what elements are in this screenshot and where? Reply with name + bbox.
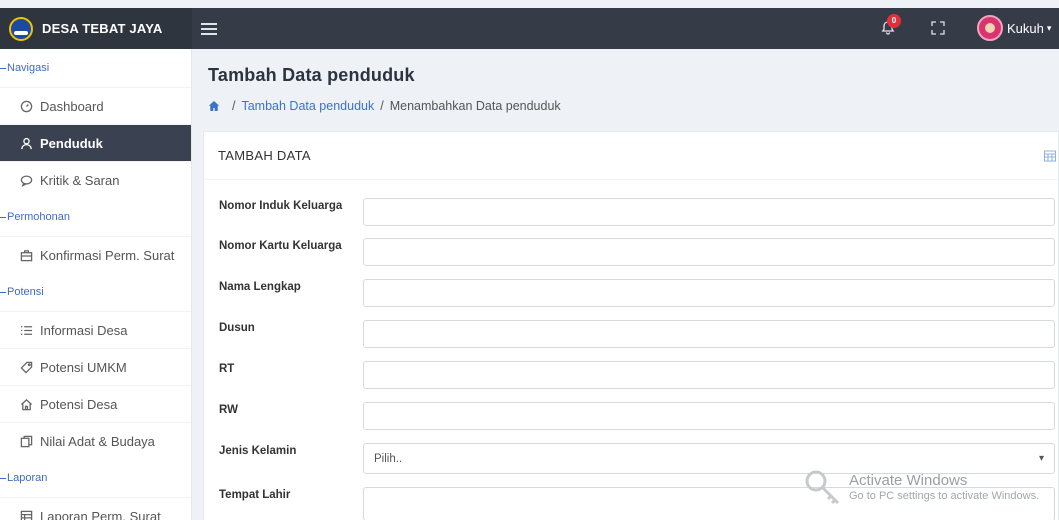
- sidebar: Navigasi Dashboard Penduduk Kritik & Sar…: [0, 49, 192, 520]
- sidebar-item-konfirmasi-surat[interactable]: Konfirmasi Perm. Surat: [0, 236, 191, 273]
- card-title: TAMBAH DATA: [204, 132, 1058, 180]
- top-navbar: DESA TEBAT JAYA 0 Kukuh ▾: [0, 8, 1059, 49]
- notification-count-badge: 0: [887, 14, 901, 28]
- brand-title: DESA TEBAT JAYA: [42, 21, 163, 36]
- notification-bell-icon[interactable]: 0: [880, 14, 901, 40]
- sidebar-section-permohonan: Permohonan: [0, 198, 191, 236]
- breadcrumb-current: Menambahkan Data penduduk: [389, 99, 561, 113]
- sidebar-item-label: Konfirmasi Perm. Surat: [40, 247, 175, 263]
- nik-input[interactable]: [363, 198, 1055, 226]
- sidebar-item-penduduk[interactable]: Penduduk: [0, 124, 191, 161]
- report-icon: [19, 509, 33, 520]
- sidebar-item-label: Potensi Desa: [40, 396, 118, 412]
- jenis-kelamin-value: Pilih..: [374, 452, 403, 465]
- dusun-label: Dusun: [219, 322, 255, 334]
- tempat-lahir-label: Tempat Lahir: [219, 489, 291, 501]
- breadcrumb-link[interactable]: Tambah Data penduduk: [241, 99, 374, 113]
- briefcase-icon: [19, 248, 33, 262]
- list-icon: [19, 323, 33, 337]
- brand[interactable]: DESA TEBAT JAYA: [0, 8, 192, 49]
- sidebar-item-label: Laporan Perm. Surat: [40, 508, 161, 520]
- sidebar-item-potensi-desa[interactable]: Potensi Desa: [0, 385, 191, 422]
- form-row-nama: Nama Lengkap: [204, 279, 1059, 309]
- form-row-rw: RW: [204, 402, 1059, 432]
- menu-toggle-icon[interactable]: [201, 20, 217, 36]
- sidebar-item-label: Dashboard: [40, 98, 104, 114]
- home-icon[interactable]: [208, 100, 220, 112]
- form-row-jenis-kelamin: Jenis Kelamin Pilih.. ▾: [204, 443, 1059, 474]
- rw-label: RW: [219, 404, 238, 416]
- nkk-input[interactable]: [363, 238, 1055, 266]
- jenis-kelamin-label: Jenis Kelamin: [219, 445, 297, 457]
- user-menu[interactable]: Kukuh ▾: [977, 14, 1051, 42]
- copy-icon: [19, 434, 33, 448]
- sidebar-item-label: Potensi UMKM: [40, 359, 127, 375]
- sidebar-item-laporan-surat[interactable]: Laporan Perm. Surat: [0, 497, 191, 520]
- sidebar-item-dashboard[interactable]: Dashboard: [0, 87, 191, 124]
- rt-label: RT: [219, 363, 235, 375]
- rt-input[interactable]: [363, 361, 1055, 389]
- sidebar-item-potensi-umkm[interactable]: Potensi UMKM: [0, 348, 191, 385]
- breadcrumb-separator: /: [380, 99, 384, 113]
- sidebar-section-potensi: Potensi: [0, 273, 191, 311]
- form-card: TAMBAH DATA Nomor Induk Keluarga Nomor K…: [203, 131, 1059, 520]
- rw-input[interactable]: [363, 402, 1055, 430]
- form-row-rt: RT: [204, 361, 1059, 391]
- avatar: [977, 15, 1003, 41]
- home-icon: [19, 397, 33, 411]
- tempat-lahir-input[interactable]: [363, 487, 1055, 520]
- tag-icon: [19, 360, 33, 374]
- user-name: Kukuh: [1007, 20, 1044, 36]
- sidebar-item-kritik-saran[interactable]: Kritik & Saran: [0, 161, 191, 198]
- sidebar-item-informasi-desa[interactable]: Informasi Desa: [0, 311, 191, 348]
- fullscreen-icon[interactable]: [931, 21, 945, 35]
- breadcrumb: / Tambah Data penduduk / Menambahkan Dat…: [208, 99, 561, 113]
- user-icon: [19, 136, 33, 150]
- village-logo-icon: [9, 16, 33, 41]
- nama-input[interactable]: [363, 279, 1055, 307]
- sidebar-item-label: Nilai Adat & Budaya: [40, 433, 155, 449]
- gauge-icon: [19, 99, 33, 113]
- form-row-nkk: Nomor Kartu Keluarga: [204, 238, 1059, 268]
- sidebar-item-nilai-adat[interactable]: Nilai Adat & Budaya: [0, 422, 191, 459]
- chevron-down-icon: ▾: [1038, 453, 1044, 464]
- form-row-dusun: Dusun: [204, 320, 1059, 350]
- sidebar-item-label: Informasi Desa: [40, 322, 128, 338]
- jenis-kelamin-select[interactable]: Pilih.. ▾: [363, 443, 1055, 474]
- page-title: Tambah Data penduduk: [208, 65, 415, 85]
- sidebar-section-navigasi: Navigasi: [0, 49, 191, 87]
- form-row-nik: Nomor Induk Keluarga: [204, 198, 1059, 228]
- chevron-down-icon: ▾: [1046, 22, 1052, 33]
- sidebar-item-label: Penduduk: [40, 135, 103, 151]
- table-icon[interactable]: [1044, 149, 1056, 162]
- nama-label: Nama Lengkap: [219, 281, 301, 293]
- form-row-tempat-lahir: Tempat Lahir: [204, 487, 1059, 520]
- chat-icon: [19, 173, 33, 187]
- sidebar-item-label: Kritik & Saran: [40, 172, 120, 188]
- dusun-input[interactable]: [363, 320, 1055, 348]
- nkk-label: Nomor Kartu Keluarga: [219, 240, 342, 252]
- breadcrumb-separator: /: [232, 99, 236, 113]
- nik-label: Nomor Induk Keluarga: [219, 200, 343, 212]
- sidebar-section-laporan: Laporan: [0, 459, 191, 497]
- main-content: Tambah Data penduduk / Tambah Data pendu…: [192, 49, 1059, 520]
